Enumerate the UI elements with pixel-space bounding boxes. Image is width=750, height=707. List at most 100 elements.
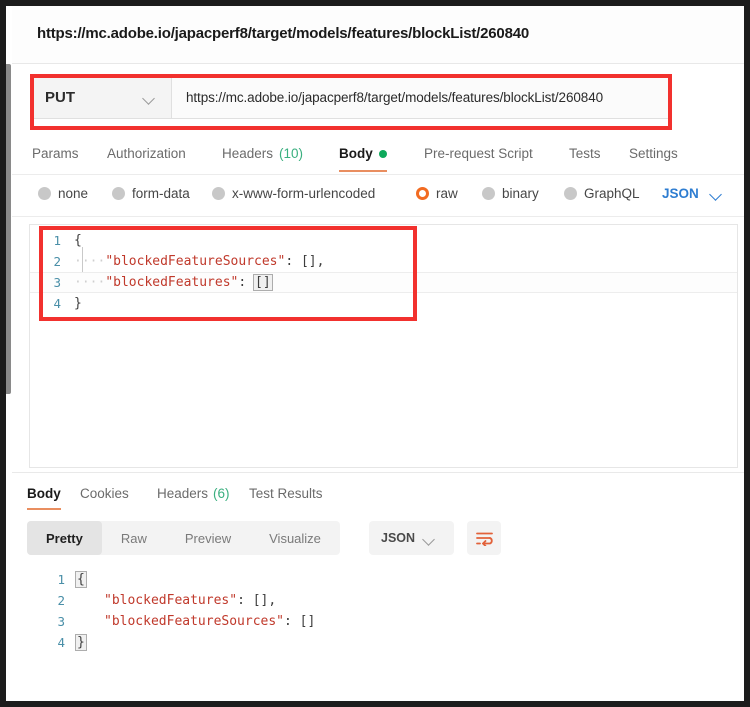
url-header-bar: https://mc.adobe.io/japacperf8/target/mo… <box>12 6 744 64</box>
chevron-down-icon <box>144 94 155 101</box>
body-format-selector[interactable]: JSON <box>662 186 726 201</box>
radio-graphql-label: GraphQL <box>584 186 640 201</box>
word-wrap-button[interactable] <box>467 521 501 555</box>
response-tab-test-results[interactable]: Test Results <box>249 473 323 514</box>
radio-form-data[interactable]: form-data <box>112 186 190 201</box>
view-mode-preview[interactable]: Preview <box>166 521 250 555</box>
json-key: "blockedFeatureSources" <box>105 254 286 269</box>
request-body-editor[interactable]: 1 { 2 ···· "blockedFeatureSources" : [],… <box>29 224 738 468</box>
active-tab-underline <box>339 169 387 172</box>
tab-body[interactable]: Body <box>339 132 387 175</box>
tab-settings[interactable]: Settings <box>629 132 678 175</box>
radio-binary[interactable]: binary <box>482 186 539 201</box>
radio-dot-selected-icon <box>416 187 429 200</box>
left-scrollbar-rail[interactable] <box>6 64 11 394</box>
radio-dot-icon <box>564 187 577 200</box>
json-separator: : <box>238 275 255 290</box>
request-url-input[interactable]: https://mc.adobe.io/japacperf8/target/mo… <box>171 76 669 119</box>
tab-authorization-label: Authorization <box>107 146 186 161</box>
radio-none-label: none <box>58 186 89 201</box>
code-line[interactable]: 2 ···· "blockedFeatureSources" : [], <box>30 251 737 272</box>
request-tab-bar: Params Authorization Headers (10) Body P… <box>12 132 744 175</box>
tab-pre-request-script[interactable]: Pre-request Script <box>424 132 533 175</box>
code-line: 1 { <box>12 569 744 590</box>
response-format-label: JSON <box>381 531 416 545</box>
json-key: "blockedFeatures" <box>104 593 238 608</box>
active-tab-underline <box>27 507 61 510</box>
radio-x-www-form-urlencoded-label: x-www-form-urlencoded <box>232 186 376 201</box>
postman-window: https://mc.adobe.io/japacperf8/target/mo… <box>6 6 744 701</box>
view-mode-pretty[interactable]: Pretty <box>27 521 102 555</box>
tab-settings-label: Settings <box>629 146 678 161</box>
tab-pre-request-script-label: Pre-request Script <box>424 146 533 161</box>
line-number: 4 <box>53 296 61 311</box>
radio-dot-icon <box>212 187 225 200</box>
response-tab-test-results-label: Test Results <box>249 486 323 501</box>
chevron-down-icon <box>711 190 722 197</box>
json-brace-close: } <box>75 634 87 651</box>
json-value: [] <box>299 614 316 629</box>
radio-form-data-label: form-data <box>132 186 190 201</box>
http-method-label: PUT <box>45 89 75 106</box>
view-mode-visualize[interactable]: Visualize <box>250 521 340 555</box>
response-tab-body[interactable]: Body <box>27 473 61 514</box>
response-tab-cookies[interactable]: Cookies <box>80 473 129 514</box>
radio-raw-label: raw <box>436 186 458 201</box>
response-format-selector[interactable]: JSON <box>369 521 454 555</box>
line-number: 2 <box>57 593 65 608</box>
radio-graphql[interactable]: GraphQL <box>564 186 640 201</box>
view-mode-raw[interactable]: Raw <box>102 521 166 555</box>
radio-dot-icon <box>112 187 125 200</box>
view-mode-raw-label: Raw <box>120 530 147 546</box>
code-line: 2 "blockedFeatures" : [], <box>12 590 744 611</box>
response-tab-headers[interactable]: Headers (6) <box>157 473 230 514</box>
request-url-value: https://mc.adobe.io/japacperf8/target/mo… <box>186 90 604 105</box>
code-line: 4 } <box>12 632 744 653</box>
indent-dots: ···· <box>74 254 106 269</box>
tab-params[interactable]: Params <box>32 132 79 175</box>
page-title: https://mc.adobe.io/japacperf8/target/mo… <box>37 25 529 42</box>
json-separator: : <box>284 614 300 629</box>
tab-body-label: Body <box>339 146 373 161</box>
response-tab-body-label: Body <box>27 486 61 501</box>
json-brace-open: { <box>75 571 87 588</box>
code-text: } <box>74 296 82 311</box>
tab-headers-label: Headers <box>222 146 274 161</box>
line-number: 2 <box>53 254 61 269</box>
code-text: { <box>74 233 82 248</box>
tab-params-label: Params <box>32 146 79 161</box>
view-mode-pretty-label: Pretty <box>46 530 83 546</box>
code-line[interactable]: 4 } <box>30 293 737 314</box>
code-line[interactable]: 1 { <box>30 230 737 251</box>
code-line-active[interactable]: 3 ···· "blockedFeatures" : [] <box>30 272 737 293</box>
json-key: "blockedFeatures" <box>105 275 239 290</box>
line-number: 3 <box>53 275 61 290</box>
view-mode-preview-label: Preview <box>184 530 232 546</box>
view-mode-visualize-label: Visualize <box>269 530 321 546</box>
radio-raw[interactable]: raw <box>416 186 458 201</box>
radio-binary-label: binary <box>502 186 539 201</box>
chevron-down-icon <box>424 535 435 542</box>
line-number: 1 <box>57 572 65 587</box>
json-value: [], <box>252 593 277 608</box>
radio-dot-icon <box>38 187 51 200</box>
tab-tests[interactable]: Tests <box>569 132 601 175</box>
radio-none[interactable]: none <box>38 186 88 201</box>
response-body-viewer[interactable]: 1 { 2 "blockedFeatures" : [], 3 "blocked… <box>12 562 744 701</box>
response-toolbar: Pretty Raw Preview Visualize JSON <box>12 514 744 562</box>
radio-x-www-form-urlencoded[interactable]: x-www-form-urlencoded <box>212 186 375 201</box>
tab-authorization[interactable]: Authorization <box>107 132 186 175</box>
tab-headers[interactable]: Headers (10) <box>222 132 303 175</box>
body-format-label: JSON <box>662 186 699 201</box>
line-number: 3 <box>57 614 65 629</box>
indent-dots: ···· <box>74 275 106 290</box>
http-method-selector[interactable]: PUT <box>32 76 171 119</box>
json-separator: : <box>285 254 301 269</box>
word-wrap-icon <box>475 532 493 546</box>
json-key: "blockedFeatureSources" <box>104 614 285 629</box>
json-separator: : <box>237 593 253 608</box>
radio-dot-icon <box>482 187 495 200</box>
line-number: 1 <box>53 233 61 248</box>
line-number: 4 <box>57 635 65 650</box>
body-has-content-dot-icon <box>378 149 387 158</box>
